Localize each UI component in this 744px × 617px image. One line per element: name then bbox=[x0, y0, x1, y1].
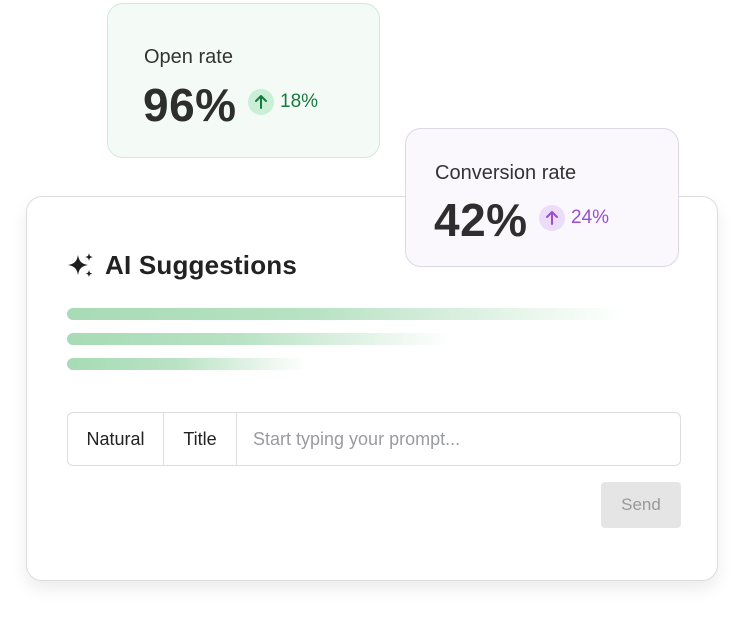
open-rate-value: 96% bbox=[143, 79, 237, 131]
ai-suggestions-title: AI Suggestions bbox=[105, 250, 298, 280]
prompt-bar: Natural Title bbox=[67, 412, 681, 466]
sparkle-icon bbox=[68, 252, 93, 277]
suggestion-line-1 bbox=[67, 308, 625, 320]
suggestion-line-2 bbox=[67, 333, 451, 345]
send-button[interactable]: Send bbox=[601, 482, 681, 528]
prompt-input[interactable] bbox=[237, 413, 680, 465]
open-rate-card: Open rate 96% 18% bbox=[107, 3, 380, 158]
conversion-rate-card: Conversion rate 42% 24% bbox=[405, 128, 679, 267]
mode-natural-chip[interactable]: Natural bbox=[68, 413, 164, 465]
conversion-rate-delta: 24% bbox=[539, 205, 609, 231]
arrow-up-icon bbox=[539, 205, 565, 231]
suggestion-line-3 bbox=[67, 358, 307, 370]
open-rate-delta: 18% bbox=[248, 89, 318, 115]
mode-title-chip[interactable]: Title bbox=[164, 413, 237, 465]
open-rate-label: Open rate bbox=[144, 46, 233, 68]
open-rate-delta-value: 18% bbox=[280, 91, 319, 112]
conversion-rate-value: 42% bbox=[434, 194, 528, 246]
conversion-rate-delta-value: 24% bbox=[571, 207, 610, 228]
ai-suggestions-header: AI Suggestions bbox=[67, 250, 297, 281]
conversion-rate-label: Conversion rate bbox=[435, 162, 577, 184]
arrow-up-icon bbox=[248, 89, 274, 115]
